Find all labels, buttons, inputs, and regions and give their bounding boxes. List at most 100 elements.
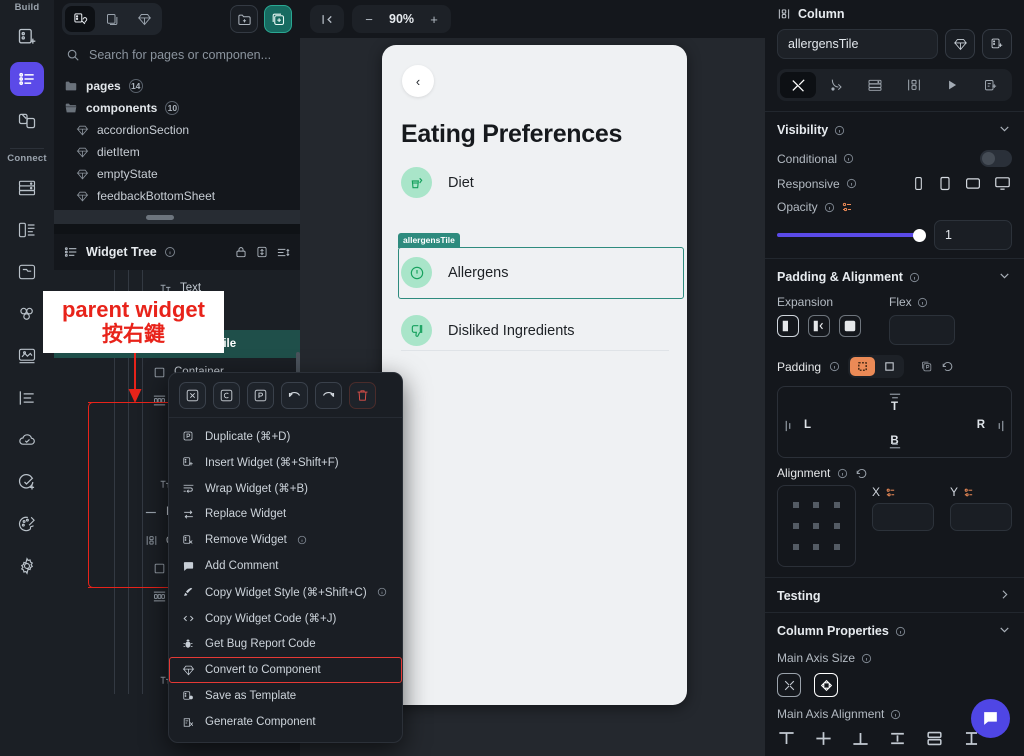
menu-item-duplicate[interactable]: Duplicate (⌘+D) (169, 423, 402, 449)
expansion-none-button[interactable] (777, 315, 799, 337)
support-chat-button[interactable] (971, 699, 1010, 738)
chevron-down-icon[interactable] (997, 121, 1012, 139)
tab-templates[interactable] (97, 6, 127, 32)
search-input[interactable]: Search for pages or componen... (54, 40, 300, 70)
tree-folder-components[interactable]: components 10 (64, 97, 300, 119)
menu-item-wrap-widget[interactable]: Wrap Widget (⌘+B) (169, 475, 402, 501)
info-icon[interactable] (895, 626, 906, 637)
chevron-down-icon[interactable] (997, 268, 1012, 286)
menu-item-copy-widget-code[interactable]: Copy Widget Code (⌘+J) (169, 605, 402, 631)
set-variable-icon[interactable] (963, 487, 974, 498)
info-icon[interactable] (837, 468, 848, 479)
convert-to-component-button[interactable] (945, 29, 975, 59)
set-variable-icon[interactable] (885, 487, 896, 498)
chevron-down-icon[interactable] (997, 622, 1012, 640)
opacity-slider[interactable] (777, 228, 926, 242)
backend-query-tab[interactable] (857, 72, 893, 98)
info-icon[interactable] (909, 272, 920, 283)
info-icon[interactable] (861, 653, 872, 664)
widget-name-field[interactable]: allergensTile (777, 29, 938, 59)
assets-icon[interactable] (10, 339, 44, 373)
section-column-properties[interactable]: Column Properties (765, 612, 1024, 647)
main-axis-center-button[interactable] (814, 729, 833, 751)
device-tablet-landscape-icon[interactable] (964, 175, 982, 192)
animations-tab[interactable] (934, 72, 970, 98)
section-padding-alignment[interactable]: Padding & Alignment (765, 258, 1024, 293)
tab-components[interactable] (129, 6, 159, 32)
list-item[interactable]: dietItem (64, 141, 300, 163)
list-item[interactable]: emptyState (64, 163, 300, 185)
expand-collapse-button[interactable] (255, 245, 269, 259)
device-phone-icon[interactable] (911, 175, 926, 192)
list-item[interactable]: accordionSection (64, 119, 300, 141)
state-tab[interactable] (896, 72, 932, 98)
menu-item-save-as-template[interactable]: Save as Template (169, 683, 402, 709)
list-item[interactable]: Allergens (401, 257, 508, 288)
padding-top-label[interactable]: T (891, 401, 898, 413)
add-page-button[interactable] (264, 5, 292, 33)
menu-item-remove-widget[interactable]: Remove Widget (169, 527, 402, 553)
padding-individual-button[interactable] (850, 357, 876, 376)
copy-padding-icon[interactable] (920, 360, 933, 373)
padding-right-label[interactable]: R (977, 419, 985, 431)
widget-palette-icon[interactable] (10, 62, 44, 96)
tab-pages[interactable] (65, 6, 95, 32)
info-icon[interactable] (824, 202, 835, 213)
align-y-field[interactable] (950, 503, 1012, 531)
menu-item-copy-widget-style[interactable]: Copy Widget Style (⌘+Shift+C) (169, 579, 402, 605)
main-axis-size-max-button[interactable] (814, 673, 838, 697)
tests-icon[interactable] (10, 465, 44, 499)
info-icon[interactable] (890, 709, 901, 720)
redo-button[interactable] (315, 382, 342, 409)
main-axis-size-min-button[interactable] (777, 673, 801, 697)
menu-item-replace-widget[interactable]: Replace Widget (169, 501, 402, 527)
padding-left-handle[interactable] (784, 419, 792, 436)
align-x-field[interactable] (872, 503, 934, 531)
expansion-flexible-button[interactable] (808, 315, 830, 337)
opacity-value-field[interactable]: 1 (934, 220, 1012, 250)
info-icon[interactable] (829, 361, 840, 372)
database-icon[interactable] (10, 171, 44, 205)
device-desktop-icon[interactable] (993, 175, 1012, 192)
padding-left-label[interactable]: L (804, 419, 811, 431)
main-axis-start-button[interactable] (777, 729, 796, 751)
list-item[interactable]: Diet (401, 167, 474, 198)
info-icon[interactable] (297, 535, 307, 545)
expansion-expanded-button[interactable] (839, 315, 861, 337)
zoom-out-button[interactable]: − (356, 7, 382, 31)
new-folder-button[interactable] (230, 5, 258, 33)
main-axis-space-between-button[interactable] (888, 729, 907, 751)
component-tab[interactable] (973, 72, 1009, 98)
main-axis-end-button[interactable] (851, 729, 870, 751)
padding-editor[interactable]: T L R B (777, 386, 1012, 458)
settings-gear-icon[interactable] (10, 549, 44, 583)
copy-widget-button[interactable] (213, 382, 240, 409)
media-storage-icon[interactable] (10, 255, 44, 289)
back-button[interactable]: ‹ (402, 65, 434, 97)
info-icon[interactable] (377, 587, 387, 597)
menu-item-get-bug-report-code[interactable]: Get Bug Report Code (169, 631, 402, 657)
alignment-grid[interactable] (777, 485, 856, 567)
device-tablet-portrait-icon[interactable] (937, 175, 953, 192)
page-selector-icon[interactable] (10, 20, 44, 54)
theme-icon[interactable] (10, 507, 44, 541)
paste-widget-button[interactable] (247, 382, 274, 409)
deploy-cloud-icon[interactable] (10, 423, 44, 457)
list-item[interactable]: Disliked Ingredients (401, 315, 575, 346)
menu-item-convert-to-component[interactable]: Convert to Component (169, 657, 402, 683)
reset-padding-icon[interactable] (941, 360, 954, 373)
conditional-toggle[interactable] (980, 150, 1012, 167)
padding-right-handle[interactable] (997, 419, 1005, 436)
flex-value-field[interactable] (889, 315, 955, 345)
padding-bottom-handle[interactable] (888, 441, 902, 453)
api-calls-icon[interactable] (10, 381, 44, 415)
info-icon[interactable] (846, 178, 857, 189)
section-visibility[interactable]: Visibility (765, 111, 1024, 146)
integrations-icon[interactable] (10, 297, 44, 331)
section-testing[interactable]: Testing (765, 577, 1024, 612)
add-widget-button[interactable] (982, 29, 1012, 59)
collapse-left-panel-button[interactable] (314, 7, 340, 31)
menu-item-insert-widget[interactable]: Insert Widget (⌘+Shift+F) (169, 449, 402, 475)
main-axis-space-around-button[interactable] (925, 729, 944, 751)
undo-button[interactable] (281, 382, 308, 409)
